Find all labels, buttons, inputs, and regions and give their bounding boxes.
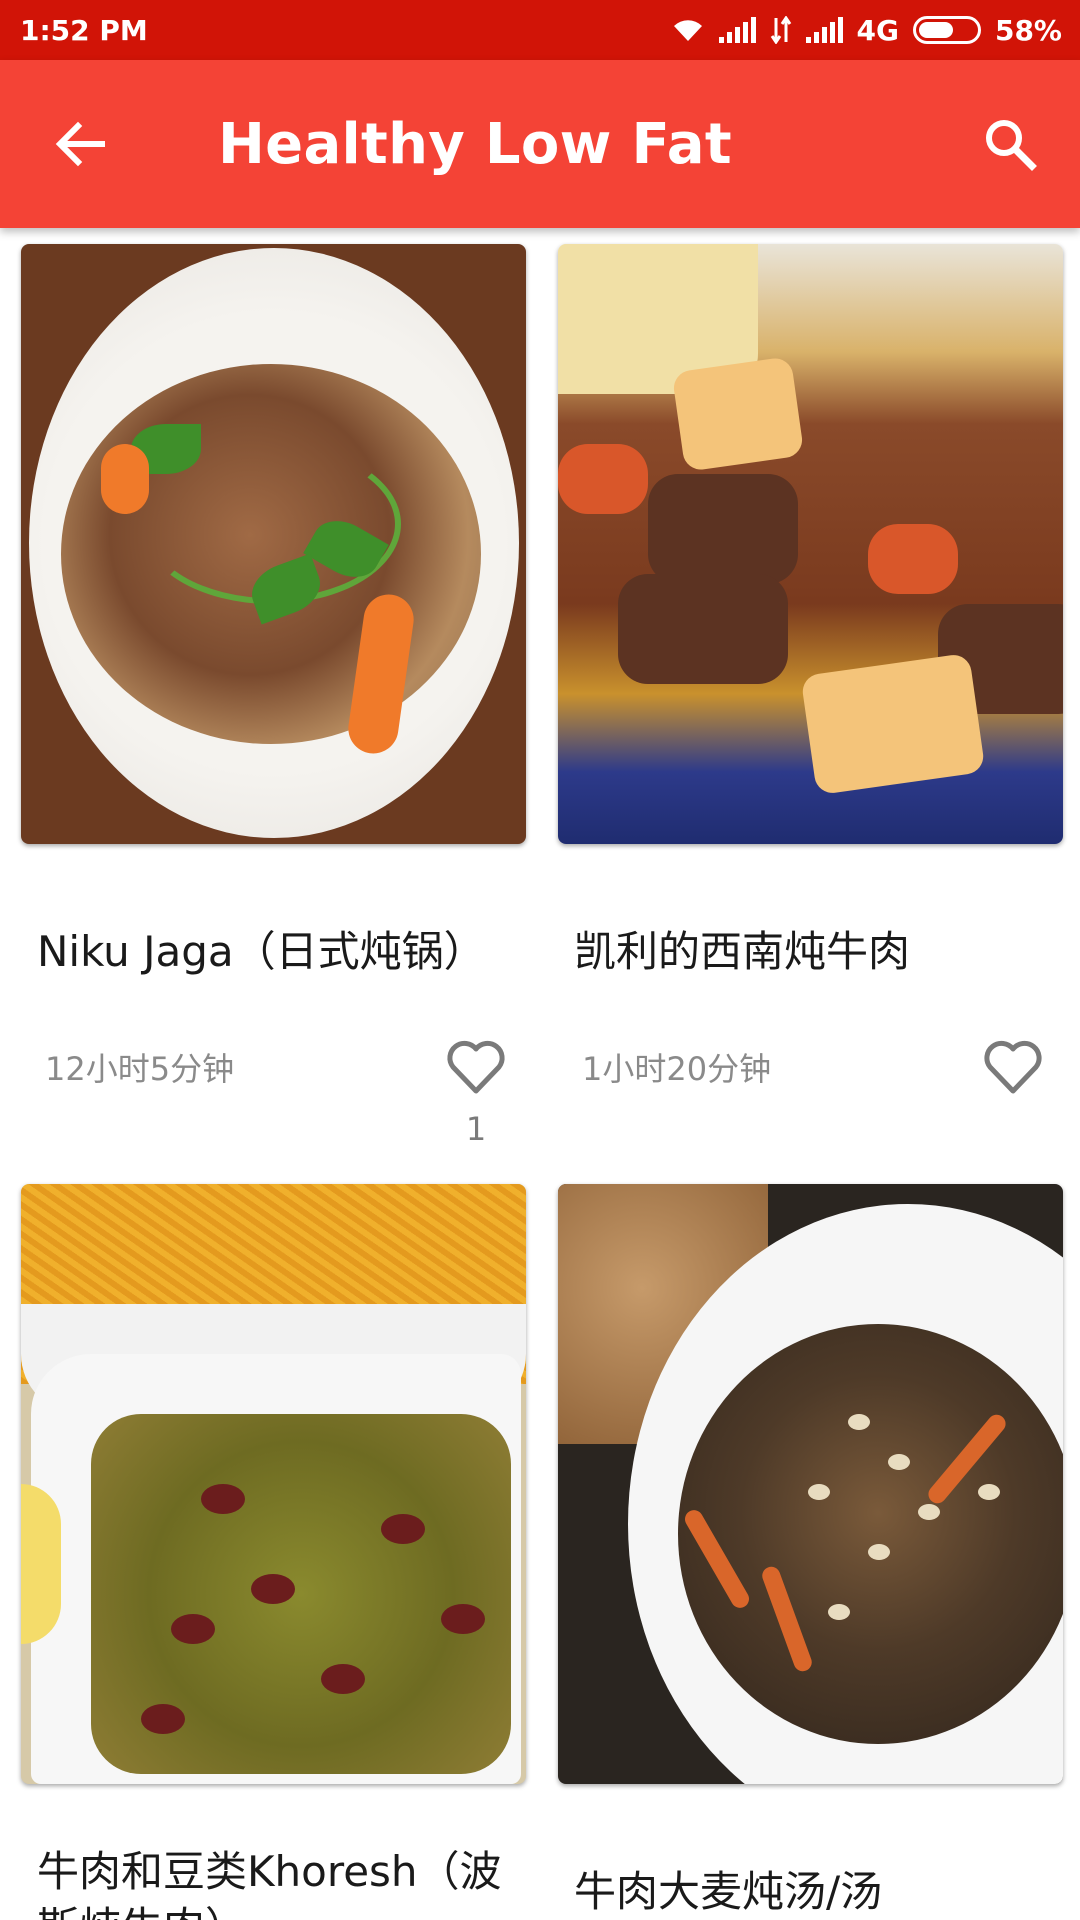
recipe-image[interactable]	[21, 1184, 526, 1784]
page-title: Healthy Low Fat	[218, 112, 732, 177]
recipe-card[interactable]: Niku Jaga（日式炖锅） 12小时5分钟 1	[21, 244, 526, 1164]
arrow-left-icon	[55, 121, 105, 167]
recipe-title: 牛肉和豆类Khoresh（波斯炖牛肉）	[37, 1847, 502, 1920]
favorite-button[interactable]	[441, 1032, 511, 1102]
data-transfer-icon	[770, 16, 791, 44]
battery-percent: 58%	[994, 13, 1062, 47]
recipe-title: 牛肉大麦炖汤/汤	[574, 1867, 883, 1916]
battery-icon	[912, 16, 981, 44]
recipe-time: 12小时5分钟	[45, 1050, 235, 1088]
signal-icon	[718, 17, 756, 43]
network-type: 4G	[856, 13, 899, 47]
recipe-time: 1小时20分钟	[582, 1050, 772, 1088]
heart-outline-icon	[984, 1040, 1042, 1094]
recipe-image[interactable]	[558, 244, 1063, 844]
favorite-button[interactable]	[978, 1032, 1048, 1102]
favorite-count: 1	[465, 1110, 487, 1148]
heart-outline-icon	[447, 1040, 505, 1094]
status-time: 1:52 PM	[20, 13, 148, 47]
recipe-title: 凯利的西南炖牛肉	[574, 927, 911, 976]
recipe-card[interactable]: 牛肉大麦炖汤/汤	[558, 1184, 1063, 1920]
back-button[interactable]	[40, 104, 120, 184]
recipe-grid: Niku Jaga（日式炖锅） 12小时5分钟 1 凯利的西南炖牛肉 1小时20…	[0, 228, 1080, 1920]
recipe-image[interactable]	[21, 244, 526, 844]
recipe-title: Niku Jaga（日式炖锅）	[37, 927, 486, 976]
status-icons: 4G 58%	[671, 13, 1062, 47]
recipe-card[interactable]: 凯利的西南炖牛肉 1小时20分钟	[558, 244, 1063, 1164]
signal-icon-2	[805, 17, 843, 43]
search-icon	[986, 120, 1037, 171]
app-bar: Healthy Low Fat	[0, 60, 1080, 228]
status-bar: 1:52 PM 4G 58%	[0, 0, 1080, 60]
recipe-image[interactable]	[558, 1184, 1063, 1784]
search-button[interactable]	[970, 104, 1050, 184]
wifi-icon	[673, 20, 702, 41]
recipe-card[interactable]: 牛肉和豆类Khoresh（波斯炖牛肉）	[21, 1184, 526, 1920]
